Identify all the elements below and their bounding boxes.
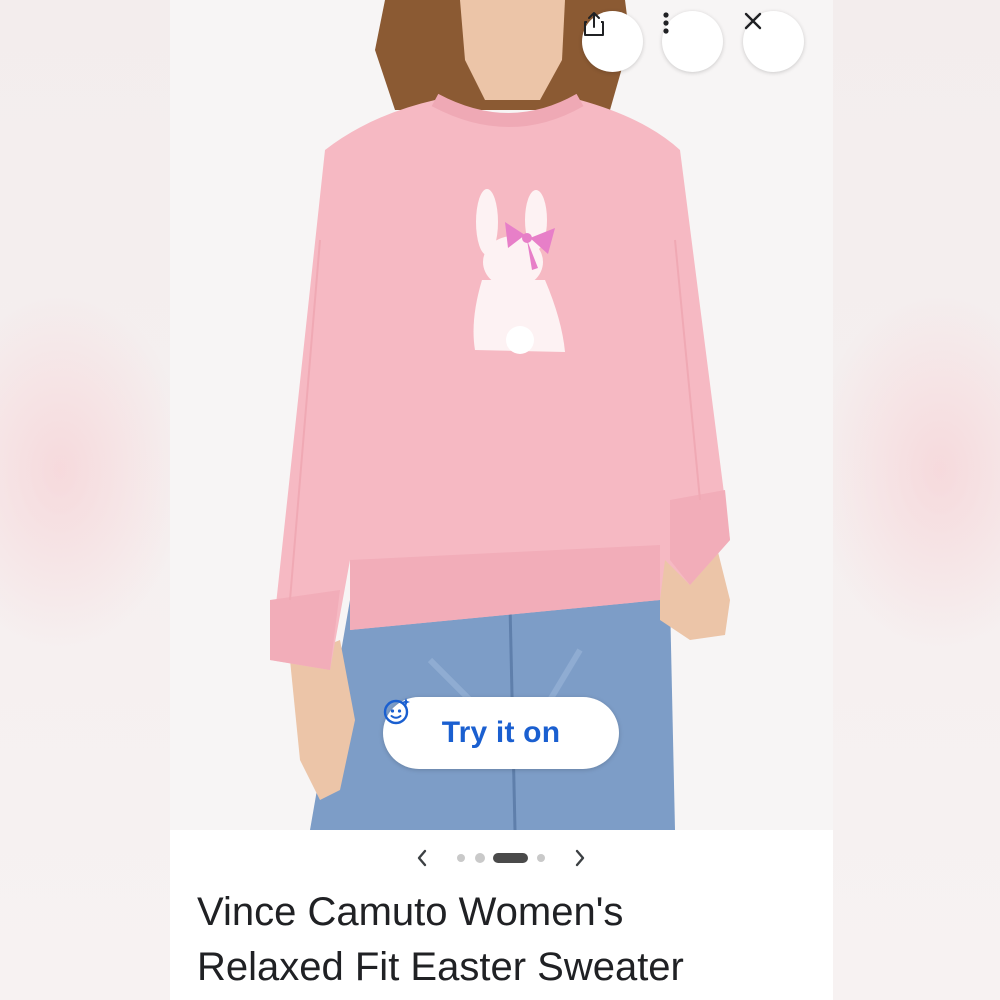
close-icon (744, 12, 762, 30)
carousel-dot[interactable] (537, 854, 545, 862)
previous-image-button[interactable] (408, 844, 436, 872)
next-image-button[interactable] (566, 844, 594, 872)
share-icon (584, 12, 604, 36)
product-image[interactable]: Try it on (170, 0, 833, 830)
chevron-right-icon (575, 849, 585, 867)
chevron-left-icon (417, 849, 427, 867)
more-vert-icon (663, 12, 669, 34)
share-button[interactable] (582, 11, 643, 72)
product-title-line-1: Vince Camuto Women's (197, 890, 624, 934)
carousel-dot[interactable] (475, 853, 485, 863)
carousel-dot[interactable] (457, 854, 465, 862)
face-sparkle-icon (383, 698, 410, 725)
try-it-on-button[interactable]: Try it on (383, 697, 619, 769)
product-viewer-card: Try it on Vince Camuto Women's Relaxed F… (170, 0, 833, 1000)
try-it-on-label: Try it on (441, 716, 561, 749)
close-button[interactable] (743, 11, 804, 72)
product-title: Vince Camuto Women's Relaxed Fit Easter … (197, 885, 817, 995)
product-title-line-2: Relaxed Fit Easter Sweater (197, 945, 684, 989)
carousel-dot-active[interactable] (493, 853, 528, 863)
image-carousel-pager (170, 838, 833, 878)
more-options-button[interactable] (662, 11, 723, 72)
